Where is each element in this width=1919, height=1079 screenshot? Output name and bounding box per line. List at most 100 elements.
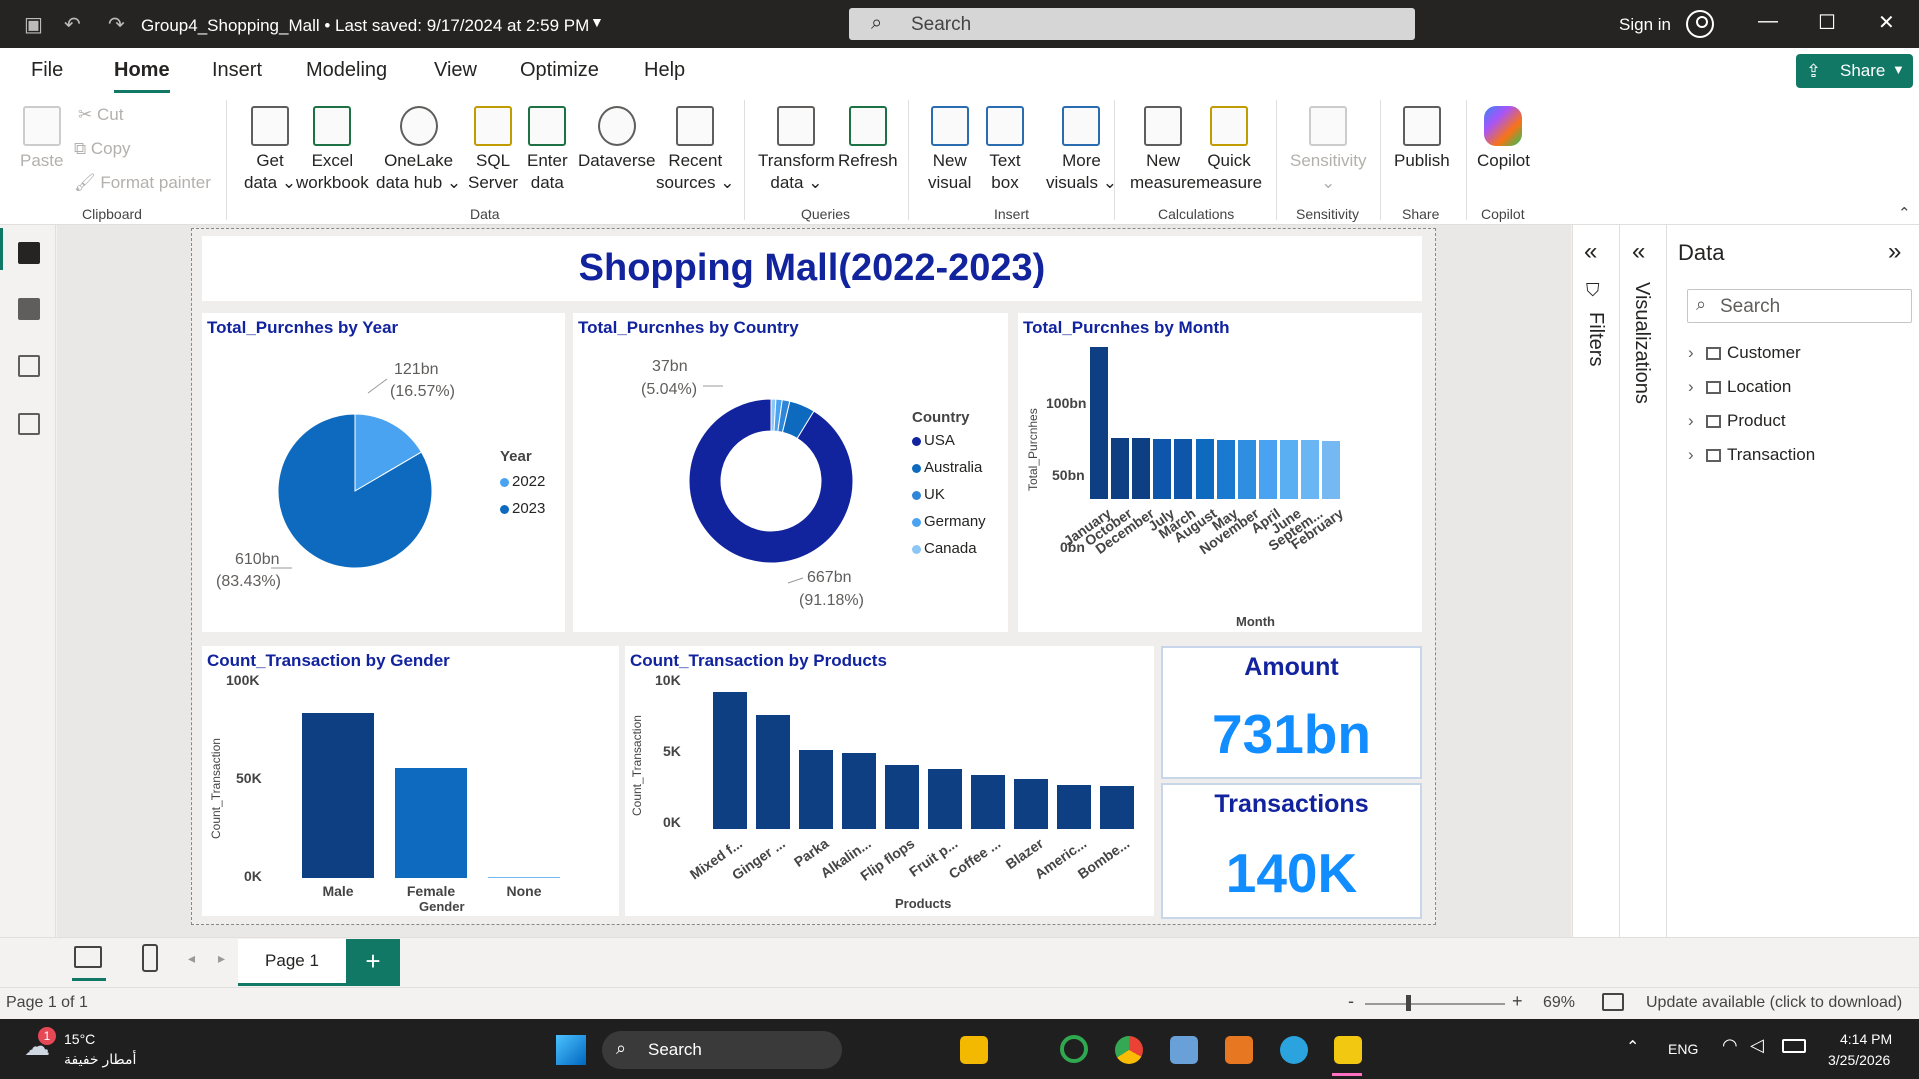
bar-fruit-p[interactable] — [928, 768, 962, 829]
onelake-data-hub-button[interactable]: OneLake data hub ⌄ — [376, 106, 461, 194]
new-visual-button[interactable]: New visual — [928, 106, 971, 194]
undo-icon[interactable]: ↶ — [64, 12, 81, 37]
menu-insert[interactable]: Insert — [212, 59, 262, 82]
close-icon[interactable]: ✕ — [1878, 10, 1895, 35]
bar-chart-products[interactable]: Count_Transaction by Products Count_Tran… — [625, 646, 1154, 916]
zoom-slider-thumb[interactable] — [1406, 995, 1411, 1011]
next-page-icon[interactable]: ▸ — [218, 950, 225, 967]
bar-january[interactable] — [1090, 347, 1108, 499]
sensitivity-button[interactable]: Sensitivity ⌄ — [1290, 106, 1367, 194]
legend-item[interactable]: 2022 — [500, 473, 545, 490]
format-painter-button[interactable]: 🖌 Format painter — [74, 173, 211, 193]
dax-query-view-icon[interactable] — [18, 413, 40, 435]
copy-button[interactable]: ⧉ Copy — [74, 139, 131, 159]
new-measure-button[interactable]: New measure — [1130, 106, 1196, 194]
bar-december[interactable] — [1132, 437, 1151, 499]
zoom-in-icon[interactable]: + — [1512, 991, 1523, 1012]
bar-male[interactable] — [302, 713, 374, 878]
bar-parka[interactable] — [799, 750, 833, 829]
tab-page-1[interactable]: Page 1 — [238, 939, 346, 986]
bar-ginger[interactable] — [756, 714, 790, 829]
snipping-tool-icon[interactable] — [1170, 1036, 1198, 1064]
battery-icon[interactable] — [1782, 1039, 1806, 1053]
wifi-icon[interactable]: ◠ — [1722, 1035, 1738, 1056]
bar-septem[interactable] — [1301, 440, 1319, 499]
start-icon[interactable] — [556, 1035, 586, 1065]
paste-button[interactable]: Paste — [20, 106, 63, 172]
table-customer[interactable]: › Customer — [1688, 343, 1801, 363]
collapse-ribbon-icon[interactable]: ⌃ — [1898, 204, 1911, 222]
refresh-button[interactable]: Refresh — [838, 106, 898, 172]
file-explorer-icon[interactable] — [960, 1036, 988, 1064]
paint-icon[interactable] — [1225, 1036, 1253, 1064]
bar-november[interactable] — [1237, 440, 1256, 499]
bar-female[interactable] — [395, 768, 467, 878]
transform-data-button[interactable]: Transform data ⌄ — [758, 106, 835, 194]
bar-mixed-f[interactable] — [713, 691, 747, 829]
bar-june[interactable] — [1279, 440, 1298, 499]
redo-icon[interactable]: ↷ — [108, 12, 125, 37]
minimize-icon[interactable]: — — [1758, 10, 1778, 33]
bar-none[interactable] — [488, 877, 560, 878]
bar-chart-month[interactable]: Total_Purcnhes by Month Total_Purcnhes 1… — [1018, 313, 1422, 632]
bar-alkalin[interactable] — [842, 753, 876, 829]
bar-july[interactable] — [1153, 438, 1172, 499]
taskbar-search[interactable]: ⌕ Search — [602, 1031, 842, 1069]
bar-coffee[interactable] — [971, 774, 1005, 829]
document-title[interactable]: Group4_Shopping_Mall • Last saved: 9/17/… — [141, 16, 589, 36]
title-dropdown-icon[interactable]: ▼ — [590, 14, 604, 30]
more-visuals-button[interactable]: More visuals ⌄ — [1046, 106, 1117, 194]
model-view-icon[interactable] — [18, 355, 40, 377]
bar-october[interactable] — [1111, 437, 1130, 499]
table-transaction[interactable]: › Transaction — [1688, 445, 1815, 465]
bar-flip-flops[interactable] — [885, 764, 919, 829]
card-transactions[interactable]: Transactions 140K — [1161, 783, 1422, 919]
legend-item[interactable]: Germany — [912, 513, 986, 530]
excel-workbook-button[interactable]: Excel workbook — [296, 106, 369, 194]
input-language[interactable]: ENG — [1668, 1041, 1698, 1057]
maximize-icon[interactable]: ☐ — [1818, 10, 1836, 35]
report-view-icon[interactable] — [18, 242, 40, 264]
bar-march[interactable] — [1174, 438, 1193, 499]
volume-icon[interactable]: ◁ — [1750, 1035, 1764, 1056]
bar-bombe[interactable] — [1100, 786, 1134, 829]
search-input[interactable]: ⌕ Search — [849, 8, 1415, 40]
share-button[interactable]: ⇪ Share ▼ — [1796, 54, 1913, 88]
publish-button[interactable]: Publish — [1394, 106, 1450, 172]
bar-april[interactable] — [1258, 440, 1277, 499]
chevron-up-icon[interactable]: ⌃ — [1626, 1037, 1639, 1057]
collapse-data-pane-icon[interactable]: » — [1888, 238, 1901, 266]
mobile-layout-icon[interactable] — [142, 944, 158, 972]
table-location[interactable]: › Location — [1688, 377, 1791, 397]
expand-filters-icon[interactable]: « — [1584, 238, 1597, 266]
legend-item[interactable]: UK — [912, 486, 945, 503]
bar-may[interactable] — [1216, 440, 1235, 499]
account-icon[interactable] — [1686, 10, 1714, 38]
clock-time[interactable]: 4:14 PM — [1840, 1031, 1892, 1047]
table-product[interactable]: › Product — [1688, 411, 1786, 431]
add-page-button[interactable]: + — [346, 939, 400, 986]
bar-blazer[interactable] — [1014, 778, 1048, 829]
donut-chart-country[interactable]: Total_Purcnhes by Country 37bn (5.04%) 6… — [573, 313, 1008, 632]
sign-in-link[interactable]: Sign in — [1619, 15, 1671, 35]
table-view-icon[interactable] — [18, 298, 40, 320]
power-bi-icon[interactable] — [1334, 1036, 1362, 1064]
legend-item[interactable]: Canada — [912, 540, 977, 557]
desktop-layout-icon[interactable] — [74, 946, 102, 968]
expand-visualizations-icon[interactable]: « — [1632, 238, 1645, 266]
bar-americ[interactable] — [1057, 784, 1091, 829]
dataverse-button[interactable]: Dataverse — [578, 106, 655, 172]
menu-file[interactable]: File — [31, 59, 63, 82]
menu-help[interactable]: Help — [644, 59, 685, 82]
menu-modeling[interactable]: Modeling — [306, 59, 387, 82]
visualizations-pane-label[interactable]: Visualizations — [1630, 282, 1653, 404]
cut-button[interactable]: ✂ Cut — [78, 105, 123, 125]
copilot-button[interactable]: Copilot — [1477, 106, 1530, 172]
enter-data-button[interactable]: Enter data — [527, 106, 568, 194]
card-amount[interactable]: Amount 731bn — [1161, 646, 1422, 779]
filters-pane-label[interactable]: Filters — [1584, 312, 1607, 366]
fit-to-page-icon[interactable] — [1602, 993, 1624, 1011]
data-search-input[interactable]: ⌕ Search — [1687, 289, 1912, 323]
text-box-button[interactable]: Text box — [986, 106, 1024, 194]
quick-measure-button[interactable]: Quick measure — [1196, 106, 1262, 194]
